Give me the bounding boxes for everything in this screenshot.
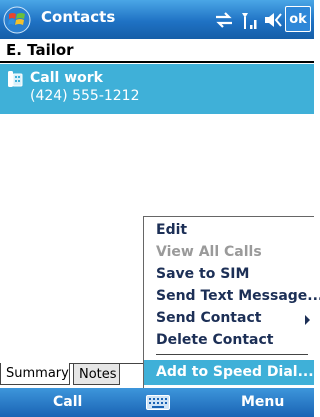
add-to-speed-dial-label: Add to Speed Dial... <box>156 364 314 380</box>
contact-name: E. Tailor <box>0 39 314 63</box>
tab-summary[interactable]: Summary <box>0 363 70 385</box>
menu-softkey[interactable]: Menu <box>241 394 284 410</box>
menu-item-send-text-message[interactable]: Send Text Message... <box>156 288 320 304</box>
keyboard-icon[interactable] <box>146 395 170 410</box>
app-title: Contacts <box>41 8 116 26</box>
tab-strip: Summary Notes <box>0 363 143 388</box>
phone-number: (424) 555-1212 <box>30 88 140 104</box>
menu-item-delete-contact[interactable]: Delete Contact <box>156 332 273 348</box>
menu-item-send-contact[interactable]: Send Contact <box>156 310 261 326</box>
softkey-bar: Call Menu <box>0 388 314 417</box>
menu-item-edit[interactable]: Edit <box>156 222 187 238</box>
volume-icon[interactable] <box>263 9 285 31</box>
start-icon[interactable] <box>2 5 32 35</box>
title-bar: Contacts ok <box>0 0 314 39</box>
signal-icon[interactable] <box>240 9 260 31</box>
connectivity-icon[interactable] <box>213 9 235 31</box>
call-softkey[interactable]: Call <box>53 394 82 410</box>
context-menu: Edit View All Calls Save to SIM Send Tex… <box>143 216 320 388</box>
call-work-item[interactable]: Call work (424) 555-1212 <box>0 64 314 114</box>
menu-item-save-to-sim[interactable]: Save to SIM <box>156 266 249 282</box>
menu-separator <box>156 354 308 355</box>
call-work-label: Call work <box>30 70 103 86</box>
submenu-arrow-icon <box>305 315 310 325</box>
tab-notes[interactable]: Notes <box>73 363 120 385</box>
menu-item-view-all-calls[interactable]: View All Calls <box>156 244 262 260</box>
menu-item-add-to-speed-dial[interactable]: Add to Speed Dial... <box>144 360 314 385</box>
phone-icon <box>8 71 23 87</box>
ok-button[interactable]: ok <box>285 6 311 32</box>
